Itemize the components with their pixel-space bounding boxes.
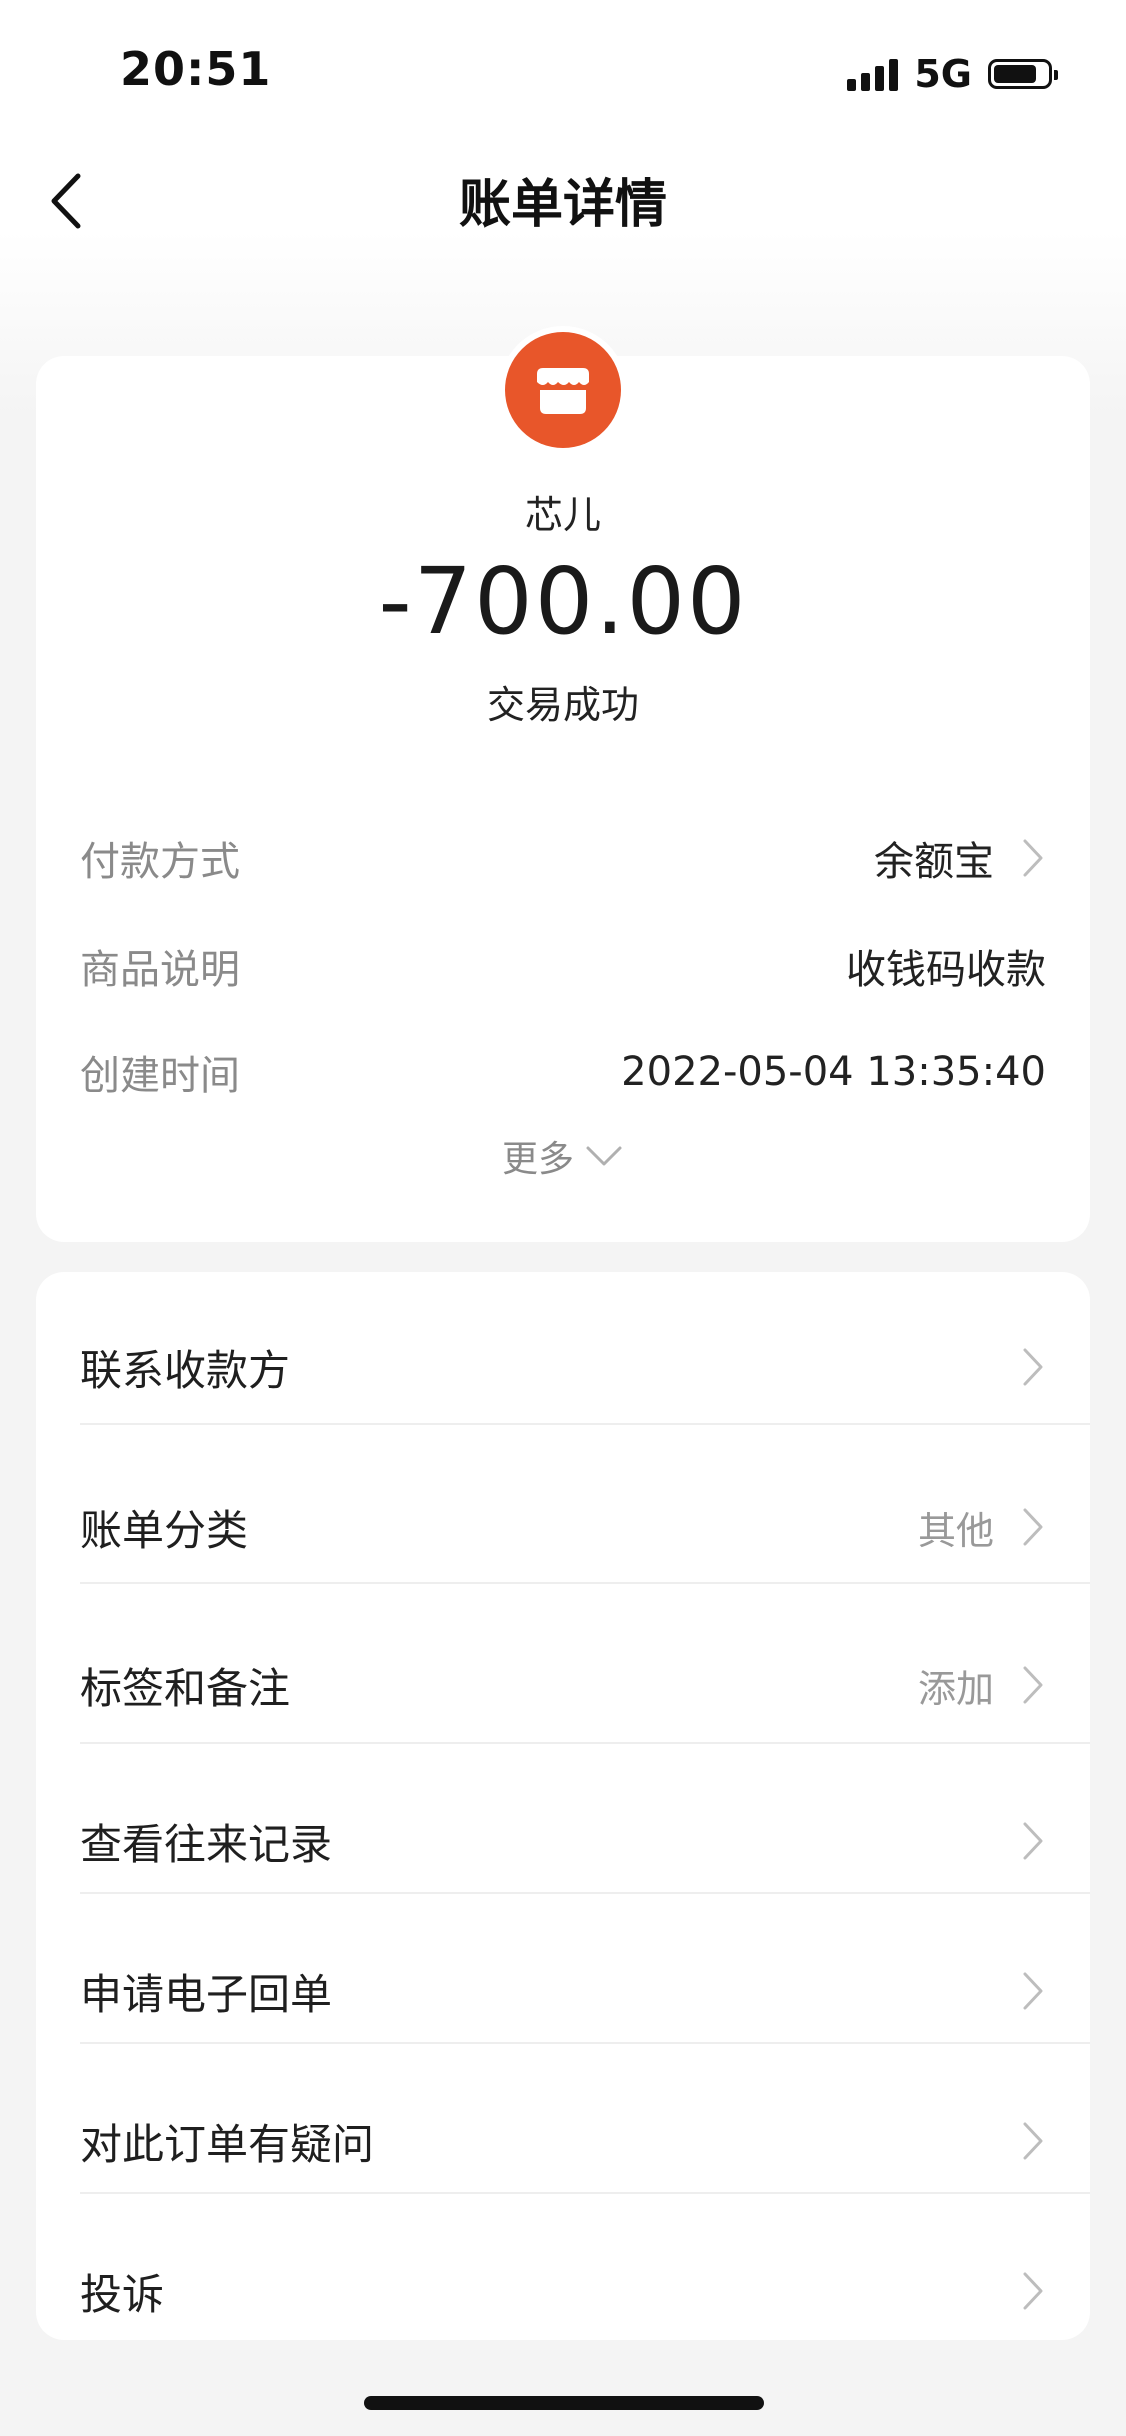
row-label: 查看往来记录 (80, 1819, 333, 1869)
more-button[interactable]: 更多 (36, 1130, 1090, 1182)
row-label: 申请电子回单 (80, 1969, 333, 2019)
e-receipt-row[interactable]: 申请电子回单 (80, 1936, 1090, 2046)
divider (80, 1892, 1090, 1894)
chevron-right-icon (1023, 2122, 1043, 2160)
tags-notes-row[interactable]: 标签和备注 添加 (80, 1630, 1090, 1740)
product-description-row: 商品说明 收钱码收款 (80, 936, 1046, 996)
home-indicator[interactable] (364, 2396, 764, 2410)
chevron-right-icon (1023, 1666, 1043, 1704)
info-label: 创建时间 (80, 1053, 240, 1099)
more-label: 更多 (501, 1139, 574, 1180)
actions-card: 联系收款方 账单分类 其他 标签和备注 添加 查看往来记录 申请电子回单 对此订… (36, 1272, 1090, 2340)
chevron-right-icon (1023, 1348, 1043, 1386)
merchant-name: 芯儿 (524, 493, 601, 537)
payment-method-value: 余额宝 (874, 839, 994, 885)
divider (80, 2042, 1090, 2044)
payment-method-row[interactable]: 付款方式 余额宝 (80, 828, 1046, 888)
info-label: 商品说明 (80, 947, 240, 993)
created-time-row: 创建时间 2022-05-04 13:35:40 (80, 1042, 1046, 1102)
transaction-amount: -700.00 (378, 548, 748, 655)
transaction-history-row[interactable]: 查看往来记录 (80, 1786, 1090, 1896)
chevron-right-icon (1023, 2272, 1043, 2310)
row-label: 联系收款方 (80, 1345, 291, 1395)
product-description-value: 收钱码收款 (846, 947, 1046, 993)
row-label: 标签和备注 (80, 1663, 291, 1713)
info-label: 付款方式 (80, 839, 240, 885)
chevron-down-icon (586, 1146, 622, 1166)
bill-category-row[interactable]: 账单分类 其他 (80, 1472, 1090, 1582)
divider (80, 2192, 1090, 2194)
transaction-status: 交易成功 (486, 683, 639, 727)
network-type: 5G (914, 52, 972, 96)
page-title: 账单详情 (458, 175, 667, 235)
status-time: 20:51 (120, 42, 272, 96)
storefront-icon (505, 332, 621, 448)
chevron-right-icon (1023, 1972, 1043, 2010)
chevron-right-icon (1023, 839, 1043, 877)
order-question-row[interactable]: 对此订单有疑问 (80, 2086, 1090, 2196)
row-label: 投诉 (80, 2269, 165, 2319)
tags-notes-add: 添加 (917, 1666, 994, 1711)
bill-category-value: 其他 (917, 1508, 994, 1553)
merchant-avatar (499, 326, 627, 454)
transaction-summary-card: 芯儿 -700.00 交易成功 付款方式 余额宝 商品说明 收钱码收款 创建时间… (36, 326, 1090, 1242)
complaint-row[interactable]: 投诉 (80, 2236, 1090, 2340)
signal-icon (847, 57, 899, 91)
divider (80, 1423, 1090, 1425)
row-label: 对此订单有疑问 (80, 2119, 375, 2169)
divider (80, 1582, 1090, 1584)
contact-payee-row[interactable]: 联系收款方 (80, 1312, 1090, 1422)
created-time-value: 2022-05-04 13:35:40 (621, 1049, 1046, 1095)
row-label: 账单分类 (80, 1505, 249, 1555)
battery-icon (988, 59, 1058, 89)
status-icons: 5G (847, 52, 1058, 96)
chevron-right-icon (1023, 1822, 1043, 1860)
chevron-right-icon (1023, 1508, 1043, 1546)
divider (80, 1742, 1090, 1744)
